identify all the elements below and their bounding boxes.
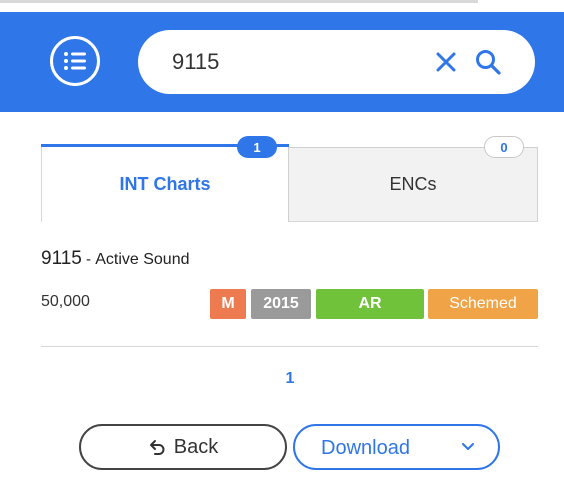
back-button-label: Back bbox=[173, 435, 219, 458]
divider bbox=[41, 346, 538, 347]
chart-title-separator: - bbox=[81, 251, 96, 268]
encs-count-badge: 0 bbox=[484, 136, 524, 158]
tab-int-charts-label: INT Charts bbox=[119, 174, 211, 194]
top-edge-line bbox=[0, 0, 478, 3]
chart-scale: 50,000 bbox=[41, 293, 90, 310]
chevron-down-icon[interactable] bbox=[459, 438, 477, 456]
chart-title[interactable]: 9115 - Active Sound bbox=[41, 248, 189, 270]
chart-number: 9115 bbox=[41, 248, 82, 269]
top-edge bbox=[0, 0, 564, 12]
download-button-label: Download bbox=[321, 437, 410, 459]
search-icon[interactable] bbox=[474, 48, 502, 76]
tab-encs[interactable]: ENCs bbox=[288, 147, 538, 222]
chart-type-badge: M bbox=[210, 289, 246, 319]
search-box bbox=[138, 30, 535, 94]
pagination-current-page[interactable]: 1 bbox=[270, 370, 310, 388]
int-charts-count-badge: 1 bbox=[237, 136, 277, 158]
undo-arrow-icon bbox=[149, 440, 165, 455]
tab-encs-label: ENCs bbox=[389, 174, 437, 194]
chart-name: Active Sound bbox=[95, 251, 190, 268]
download-button[interactable]: Download bbox=[293, 424, 500, 470]
search-input[interactable] bbox=[172, 44, 402, 80]
result-tabs: INT Charts ENCs 1 0 bbox=[41, 136, 538, 222]
search-header bbox=[0, 12, 564, 112]
close-icon[interactable] bbox=[434, 50, 458, 74]
tab-int-charts[interactable]: INT Charts bbox=[41, 144, 289, 222]
chart-region-badge: AR bbox=[316, 289, 424, 319]
chart-status-badge: Schemed bbox=[428, 289, 538, 319]
chart-year-badge: 2015 bbox=[251, 289, 311, 319]
list-menu-icon bbox=[64, 52, 86, 70]
back-button[interactable]: Back bbox=[79, 424, 287, 470]
menu-button[interactable] bbox=[50, 36, 100, 86]
